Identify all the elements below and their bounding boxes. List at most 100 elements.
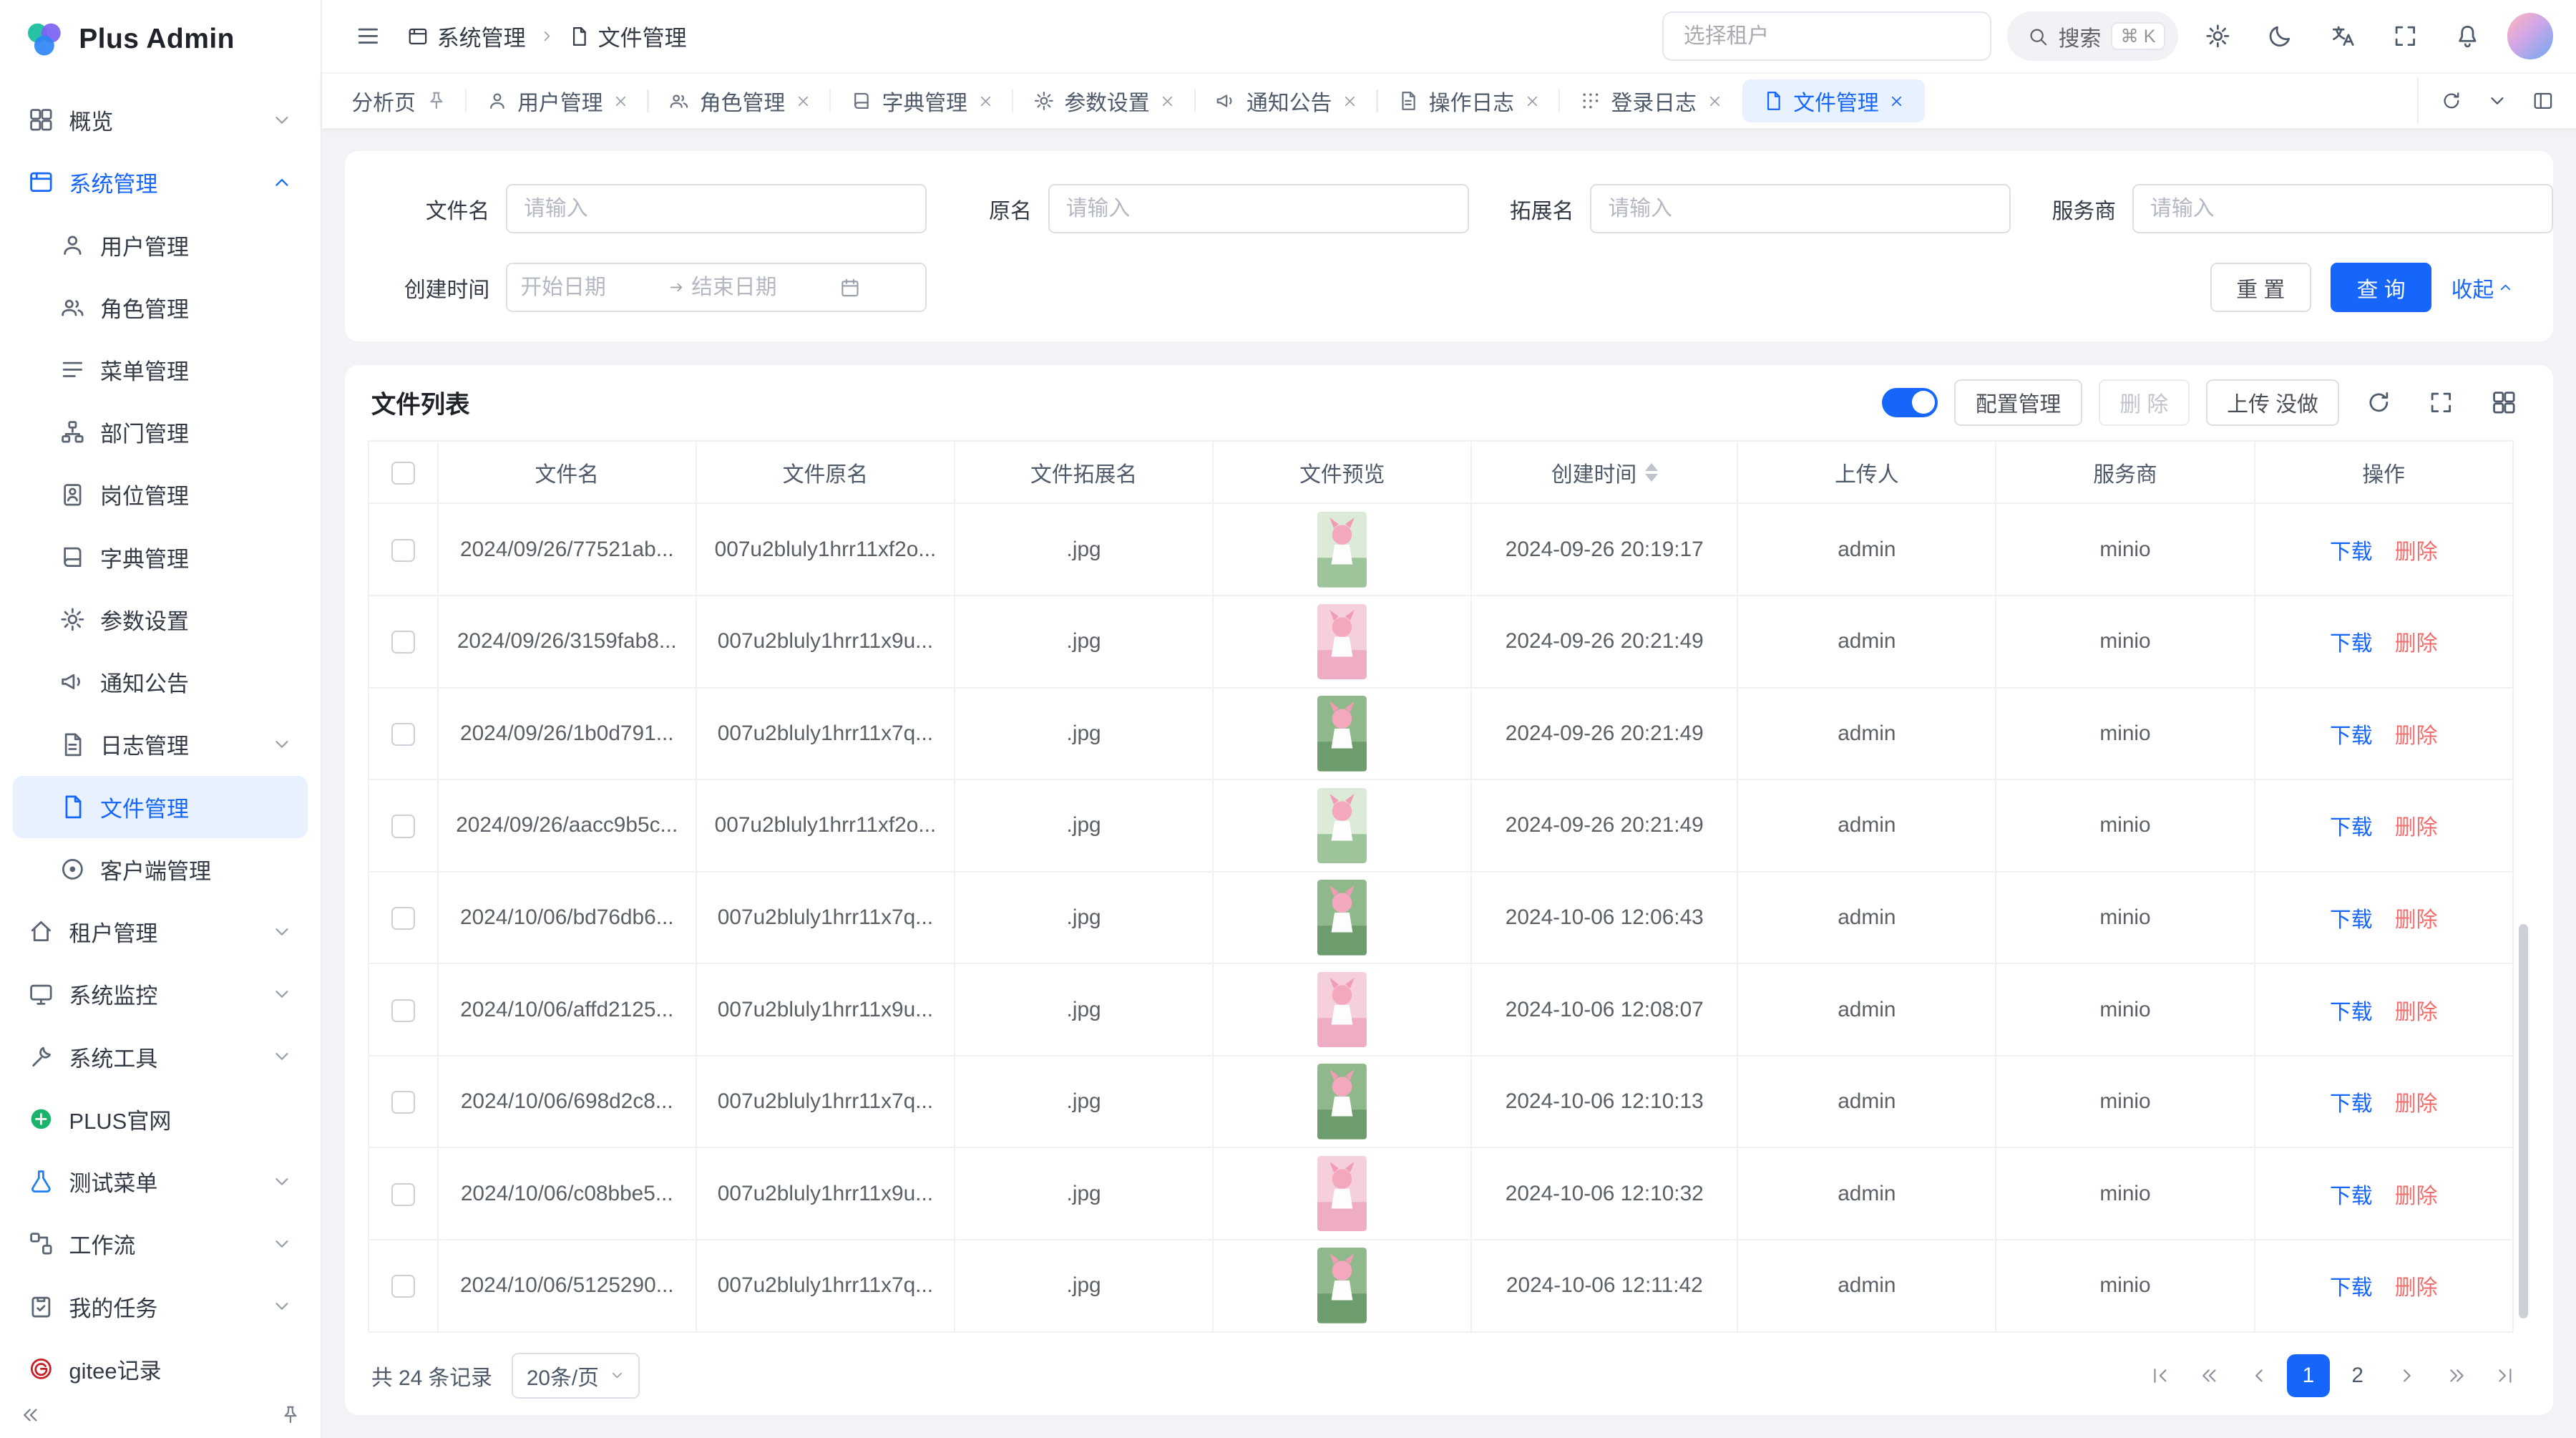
delete-link[interactable]: 删除 — [2395, 724, 2438, 748]
config-mgmt-button[interactable]: 配置管理 — [1954, 379, 2082, 425]
scrollbar-thumb[interactable] — [2519, 924, 2529, 1318]
breadcrumb-system-mgmt[interactable]: 系统管理 — [407, 20, 525, 52]
reset-button[interactable]: 重 置 — [2210, 263, 2311, 312]
fullscreen-button[interactable] — [2382, 13, 2428, 59]
file-preview-thumbnail[interactable] — [1317, 1248, 1367, 1323]
layout-button[interactable] — [2520, 78, 2566, 124]
file-preview-thumbnail[interactable] — [1317, 788, 1367, 864]
tab-dict-mgmt[interactable]: 字典管理 — [831, 79, 1013, 122]
sidebar-item-system-tools[interactable]: 系统工具 — [13, 1025, 307, 1087]
sidebar-item-menu-mgmt[interactable]: 菜单管理 — [13, 339, 307, 401]
close-icon[interactable] — [1888, 93, 1905, 110]
sidebar-item-notice[interactable]: 通知公告 — [13, 651, 307, 713]
sidebar-item-dept-mgmt[interactable]: 部门管理 — [13, 401, 307, 463]
sidebar-item-gitee-record[interactable]: gitee记录 — [13, 1338, 307, 1392]
sidebar-item-test-menu[interactable]: 测试菜单 — [13, 1150, 307, 1213]
tab-file-mgmt[interactable]: 文件管理 — [1742, 79, 1925, 122]
download-link[interactable]: 下载 — [2330, 1092, 2373, 1116]
row-checkbox[interactable] — [391, 631, 414, 654]
start-date-input[interactable] — [520, 276, 661, 300]
delete-link[interactable]: 删除 — [2395, 1092, 2438, 1116]
delete-link[interactable]: 删除 — [2395, 540, 2438, 564]
tab-user-mgmt[interactable]: 用户管理 — [467, 79, 649, 122]
close-icon[interactable] — [1707, 93, 1723, 110]
sidebar-item-system-monitor[interactable]: 系统监控 — [13, 963, 307, 1025]
pin-sidebar-button[interactable] — [280, 1404, 301, 1426]
row-checkbox[interactable] — [391, 1183, 414, 1206]
pin-icon[interactable] — [426, 90, 447, 112]
global-search[interactable]: 搜索 ⌘ K — [2007, 11, 2178, 61]
filename-input[interactable] — [506, 184, 927, 233]
column-settings-button[interactable] — [2481, 379, 2527, 425]
tenant-select[interactable] — [1662, 11, 1991, 61]
download-link[interactable]: 下载 — [2330, 540, 2373, 564]
last-page-button[interactable] — [2484, 1354, 2527, 1397]
search-visibility-toggle[interactable] — [1882, 388, 1938, 417]
sidebar-item-dict-mgmt[interactable]: 字典管理 — [13, 526, 307, 588]
breadcrumb-file-mgmt[interactable]: 文件管理 — [568, 20, 686, 52]
next-5-pages-button[interactable] — [2435, 1354, 2478, 1397]
tab-analysis[interactable]: 分析页 — [332, 79, 467, 122]
sidebar-item-post-mgmt[interactable]: 岗位管理 — [13, 463, 307, 525]
query-button[interactable]: 查 询 — [2331, 263, 2431, 312]
prev-5-pages-button[interactable] — [2188, 1354, 2231, 1397]
upload-button[interactable]: 上传 没做 — [2206, 379, 2340, 425]
row-checkbox[interactable] — [391, 999, 414, 1022]
tab-menu-button[interactable] — [2474, 78, 2520, 124]
download-link[interactable]: 下载 — [2330, 816, 2373, 840]
provider-input[interactable] — [2132, 184, 2553, 233]
download-link[interactable]: 下载 — [2330, 632, 2373, 656]
close-icon[interactable] — [1159, 93, 1176, 110]
notifications-button[interactable] — [2444, 13, 2490, 59]
file-preview-thumbnail[interactable] — [1317, 880, 1367, 956]
close-icon[interactable] — [613, 93, 629, 110]
download-link[interactable]: 下载 — [2330, 1276, 2373, 1300]
sidebar-item-param-settings[interactable]: 参数设置 — [13, 588, 307, 651]
sidebar-item-file-mgmt[interactable]: 文件管理 — [13, 776, 307, 838]
user-avatar[interactable] — [2507, 13, 2553, 59]
app-logo[interactable]: Plus Admin — [0, 0, 321, 79]
row-checkbox[interactable] — [391, 1275, 414, 1298]
download-link[interactable]: 下载 — [2330, 1185, 2373, 1208]
refresh-list-button[interactable] — [2356, 379, 2401, 425]
delete-link[interactable]: 删除 — [2395, 1276, 2438, 1300]
settings-button[interactable] — [2195, 13, 2240, 59]
file-preview-thumbnail[interactable] — [1317, 1064, 1367, 1140]
fullscreen-table-button[interactable] — [2419, 379, 2464, 425]
page-1-button[interactable]: 1 — [2287, 1354, 2330, 1397]
file-preview-thumbnail[interactable] — [1317, 604, 1367, 680]
end-date-input[interactable] — [691, 276, 832, 300]
extension-input[interactable] — [1590, 184, 2011, 233]
sidebar-item-tenant-mgmt[interactable]: 租户管理 — [13, 900, 307, 963]
tab-op-log[interactable]: 操作日志 — [1378, 79, 1561, 122]
row-checkbox[interactable] — [391, 539, 414, 562]
sort-created-time[interactable] — [1645, 463, 1658, 482]
file-preview-thumbnail[interactable] — [1317, 512, 1367, 588]
close-icon[interactable] — [795, 93, 811, 110]
page-size-select[interactable]: 20条/页 — [512, 1353, 640, 1399]
first-page-button[interactable] — [2139, 1354, 2182, 1397]
delete-link[interactable]: 删除 — [2395, 1185, 2438, 1208]
tab-login-log[interactable]: 登录日志 — [1560, 79, 1742, 122]
sidebar-item-plus-site[interactable]: PLUS官网 — [13, 1088, 307, 1150]
sidebar-item-overview[interactable]: 概览 — [13, 89, 307, 151]
delete-link[interactable]: 删除 — [2395, 1001, 2438, 1024]
row-checkbox[interactable] — [391, 907, 414, 930]
sidebar-item-client-mgmt[interactable]: 客户端管理 — [13, 838, 307, 900]
collapse-sidebar-button[interactable] — [20, 1404, 42, 1426]
refresh-tab-button[interactable] — [2428, 78, 2474, 124]
close-icon[interactable] — [1342, 93, 1358, 110]
sidebar-item-user-mgmt[interactable]: 用户管理 — [13, 213, 307, 276]
sidebar-item-role-mgmt[interactable]: 角色管理 — [13, 276, 307, 339]
file-preview-thumbnail[interactable] — [1317, 696, 1367, 772]
download-link[interactable]: 下载 — [2330, 908, 2373, 932]
theme-toggle-button[interactable] — [2258, 13, 2303, 59]
toggle-sidebar-button[interactable] — [345, 13, 391, 59]
download-link[interactable]: 下载 — [2330, 1001, 2373, 1024]
next-page-button[interactable] — [2386, 1354, 2429, 1397]
delete-link[interactable]: 删除 — [2395, 816, 2438, 840]
sidebar-item-my-tasks[interactable]: 我的任务 — [13, 1275, 307, 1337]
row-checkbox[interactable] — [391, 815, 414, 837]
delete-link[interactable]: 删除 — [2395, 632, 2438, 656]
sidebar-item-log-mgmt[interactable]: 日志管理 — [13, 713, 307, 775]
